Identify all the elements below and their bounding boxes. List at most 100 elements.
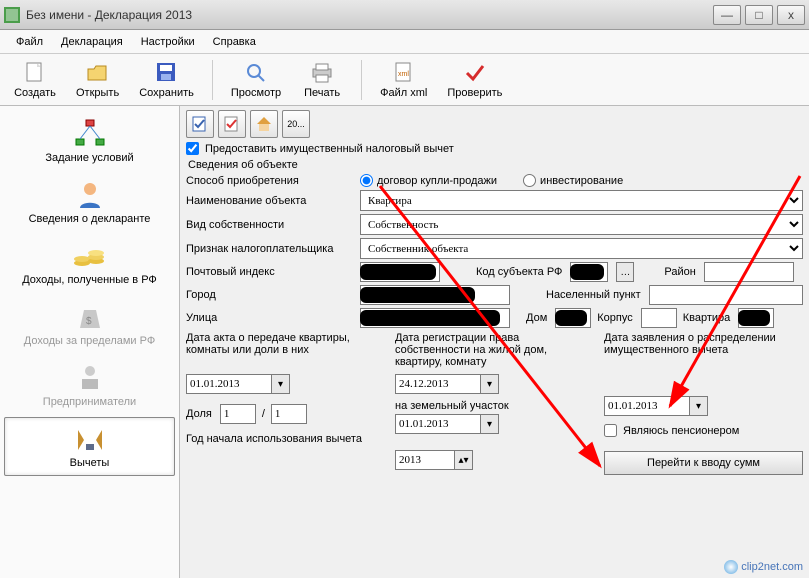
menu-declaration[interactable]: Декларация xyxy=(53,34,131,50)
building-label: Корпус xyxy=(597,312,634,324)
taxpayer-sign-label: Признак налогоплательщика xyxy=(186,243,354,255)
close-button[interactable]: x xyxy=(777,5,805,25)
watermark: clip2net.com xyxy=(724,560,803,574)
go-to-sums-button[interactable]: Перейти к вводу сумм xyxy=(604,451,803,475)
clipboard-check-icon xyxy=(191,115,209,133)
tool-preview-label: Просмотр xyxy=(231,87,281,99)
tool-preview[interactable]: Просмотр xyxy=(225,59,287,101)
tool-print-label: Печать xyxy=(304,87,340,99)
object-name-select[interactable]: Квартира xyxy=(360,190,803,211)
region-code-lookup-button[interactable]: … xyxy=(616,262,634,282)
district-label: Район xyxy=(664,266,697,278)
mini-btn-2[interactable] xyxy=(218,110,246,138)
minimize-button[interactable]: — xyxy=(713,5,741,25)
sidebar-item-declarant[interactable]: Сведения о декларанте xyxy=(4,173,175,232)
sidebar-item-entrepreneur[interactable]: Предприниматели xyxy=(4,356,175,415)
clip2net-icon xyxy=(724,560,738,574)
mini-btn-1[interactable] xyxy=(186,110,214,138)
sidebar-item-income-foreign[interactable]: $ Доходы за пределами РФ xyxy=(4,295,175,354)
date-act-desc: Дата акта о передаче квартиры, комнаты и… xyxy=(186,332,385,372)
sidebar-item-label: Сведения о декларанте xyxy=(29,213,151,225)
titlebar: Без имени - Декларация 2013 — □ x xyxy=(0,0,809,30)
taxpayer-sign-select[interactable]: Собственник объекта xyxy=(360,238,803,259)
content-panel: 20... Предоставить имущественный налогов… xyxy=(180,106,809,578)
date-act-field[interactable] xyxy=(186,374,272,394)
share-sep: / xyxy=(262,408,265,420)
window-title: Без имени - Декларация 2013 xyxy=(26,8,713,22)
mini-btn-3[interactable] xyxy=(250,110,278,138)
acq-contract-radio[interactable] xyxy=(360,174,373,187)
year-start-label: Год начала использования вычета xyxy=(186,433,385,445)
tool-check-label: Проверить xyxy=(447,87,502,99)
date-reg-desc: Дата регистрации права собственности на … xyxy=(395,332,594,372)
object-name-label: Наименование объекта xyxy=(186,195,354,207)
sidebar-item-conditions[interactable]: Задание условий xyxy=(4,112,175,171)
menu-settings[interactable]: Настройки xyxy=(133,34,203,50)
sidebar: Задание условий Сведения о декларанте До… xyxy=(0,106,180,578)
menu-help[interactable]: Справка xyxy=(205,34,264,50)
year-start-field[interactable] xyxy=(395,450,455,470)
floppy-icon xyxy=(155,61,179,85)
separator xyxy=(212,60,213,100)
date-land-label: на земельный участок xyxy=(395,400,594,412)
year-start-spinner[interactable]: ▴▾ xyxy=(455,450,473,470)
tool-xml[interactable]: xml Файл xml xyxy=(374,59,433,101)
magnifier-icon xyxy=(244,61,268,85)
sidebar-item-label: Вычеты xyxy=(70,457,110,469)
share-num-field[interactable] xyxy=(220,404,256,424)
acq-contract-label: договор купли-продажи xyxy=(377,175,497,187)
separator xyxy=(361,60,362,100)
tool-save[interactable]: Сохранить xyxy=(133,59,200,101)
mini-btn-4[interactable]: 20... xyxy=(282,110,310,138)
watermark-text: clip2net.com xyxy=(741,561,803,573)
date-reg-picker-button[interactable]: ▾ xyxy=(481,374,499,394)
locality-label: Населенный пункт xyxy=(546,289,643,301)
pensioner-checkbox[interactable] xyxy=(604,424,617,437)
date-land-field[interactable] xyxy=(395,414,481,434)
tool-xml-label: Файл xml xyxy=(380,87,427,99)
mini-toolbar: 20... xyxy=(186,110,803,138)
tool-open[interactable]: Открыть xyxy=(70,59,125,101)
group-title: Сведения об объекте xyxy=(188,159,803,171)
district-field[interactable] xyxy=(704,262,794,282)
acq-invest-radio[interactable] xyxy=(523,174,536,187)
person-icon xyxy=(72,180,108,210)
date-land-picker-button[interactable]: ▾ xyxy=(481,414,499,434)
house-icon xyxy=(255,115,273,133)
deductions-icon xyxy=(72,424,108,454)
sidebar-item-label: Доходы, полученные в РФ xyxy=(22,274,157,286)
maximize-button[interactable]: □ xyxy=(745,5,773,25)
ownership-type-label: Вид собственности xyxy=(186,219,354,231)
date-appl-field[interactable] xyxy=(604,396,690,416)
main-toolbar: Создать Открыть Сохранить Просмотр Печат… xyxy=(0,54,809,106)
acquisition-method-label: Способ приобретения xyxy=(186,175,354,187)
svg-text:$: $ xyxy=(86,316,92,327)
date-reg-field[interactable] xyxy=(395,374,481,394)
share-den-field[interactable] xyxy=(271,404,307,424)
provide-deduction-checkbox[interactable] xyxy=(186,142,199,155)
date-act-picker-button[interactable]: ▾ xyxy=(272,374,290,394)
moneybag-icon: $ xyxy=(72,302,108,332)
region-code-label: Код субъекта РФ xyxy=(476,266,564,278)
sidebar-item-income-rf[interactable]: Доходы, полученные в РФ xyxy=(4,234,175,293)
printer-icon xyxy=(310,61,334,85)
acq-invest-label: инвестирование xyxy=(540,175,623,187)
new-file-icon xyxy=(23,61,47,85)
sidebar-item-deductions[interactable]: Вычеты xyxy=(4,417,175,476)
xml-icon: xml xyxy=(392,61,416,85)
locality-field[interactable] xyxy=(649,285,803,305)
pensioner-label: Являюсь пенсионером xyxy=(623,425,739,437)
building-field[interactable] xyxy=(641,308,677,328)
tool-create[interactable]: Создать xyxy=(8,59,62,101)
menu-file[interactable]: Файл xyxy=(8,34,51,50)
svg-text:xml: xml xyxy=(398,71,409,78)
ownership-type-select[interactable]: Собственность xyxy=(360,214,803,235)
sidebar-item-label: Задание условий xyxy=(45,152,133,164)
share-label: Доля xyxy=(186,408,214,420)
city-label: Город xyxy=(186,289,354,301)
tool-print[interactable]: Печать xyxy=(295,59,349,101)
house-label: Дом xyxy=(526,312,549,324)
tool-check[interactable]: Проверить xyxy=(441,59,508,101)
date-appl-picker-button[interactable]: ▾ xyxy=(690,396,708,416)
briefcase-person-icon xyxy=(72,363,108,393)
